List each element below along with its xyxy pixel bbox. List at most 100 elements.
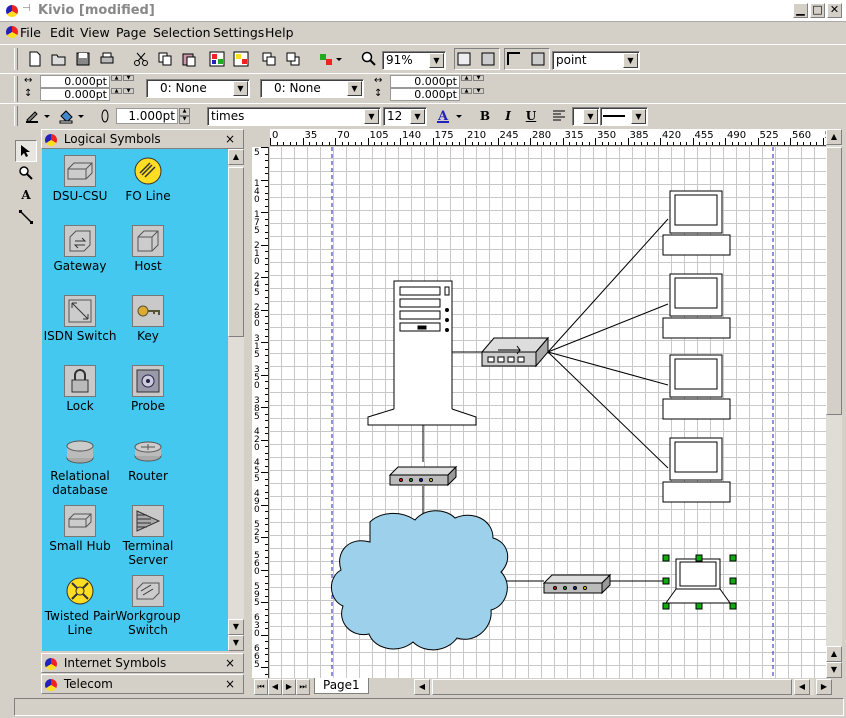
scroll-thumb[interactable] — [228, 167, 244, 337]
zoom-tool-icon[interactable] — [15, 162, 37, 184]
font-select[interactable]: times ▼ — [207, 107, 381, 126]
text-align-select[interactable]: ▼ — [572, 107, 600, 126]
height-spin-up[interactable]: ▲ — [461, 88, 472, 94]
last-page-icon[interactable]: ⏭ — [296, 679, 310, 695]
toolbar-handle[interactable] — [14, 76, 18, 102]
connector-tool-icon[interactable] — [15, 206, 37, 228]
stencil-host[interactable]: Host — [108, 225, 188, 273]
menu-settings[interactable]: Settings — [213, 25, 264, 40]
x-position-field[interactable]: 0.000pt — [40, 75, 110, 88]
copy-icon[interactable] — [154, 48, 176, 70]
minimize-button[interactable]: ▁ — [793, 3, 808, 18]
stencil-header-telecom[interactable]: Telecom × — [41, 674, 244, 694]
ungroup-icon[interactable] — [230, 48, 252, 70]
width-spin-up[interactable]: ▲ — [461, 75, 472, 81]
prev-page-icon[interactable]: ◀ — [268, 679, 282, 695]
text-tool-icon[interactable]: A — [15, 184, 37, 206]
chevron-down-icon[interactable]: ▼ — [631, 109, 646, 124]
scroll-down-icon[interactable]: ▼ — [228, 619, 244, 635]
zoom-select[interactable]: 91% ▼ — [382, 51, 446, 70]
scroll-up-icon[interactable]: ▲ — [826, 646, 842, 662]
toolbar-handle[interactable] — [14, 106, 18, 126]
close-icon[interactable]: × — [225, 654, 235, 672]
chevron-down-icon[interactable]: ▼ — [429, 53, 444, 68]
send-to-back-icon[interactable] — [282, 48, 304, 70]
new-file-icon[interactable] — [24, 48, 46, 70]
close-button[interactable]: ✕ — [827, 3, 842, 18]
y-spin-down[interactable]: ▼ — [123, 88, 134, 94]
scroll-left-icon[interactable]: ◀ — [414, 679, 430, 695]
pin-icon[interactable]: ⊣ — [22, 3, 31, 14]
stencil-router[interactable]: Router — [108, 435, 188, 483]
fill-color-icon[interactable] — [56, 105, 88, 127]
print-icon[interactable] — [96, 48, 118, 70]
view-mode-toggle[interactable] — [454, 48, 500, 70]
stencil-probe[interactable]: Probe — [108, 365, 188, 413]
canvas-hscrollbar[interactable]: ◀ ◀ — [414, 679, 814, 695]
cut-icon[interactable] — [130, 48, 152, 70]
menu-selection[interactable]: Selection — [153, 25, 211, 40]
bold-button[interactable]: B — [474, 105, 496, 127]
maximize-button[interactable]: □ — [810, 3, 825, 18]
scroll-up-icon[interactable]: ▲ — [228, 149, 244, 165]
scroll-thumb[interactable] — [826, 147, 842, 415]
menu-view[interactable]: View — [80, 25, 110, 40]
font-size-select[interactable]: 12 ▼ — [383, 107, 427, 126]
drawing-canvas[interactable] — [270, 147, 826, 678]
arrow-start-select[interactable]: 0: None ▼ — [146, 79, 250, 98]
stencil-key[interactable]: Key — [108, 295, 188, 343]
align-icon[interactable] — [316, 48, 346, 70]
stencil-scrollbar[interactable]: ▲ ▼ ▼ — [228, 149, 244, 651]
zoom-icon[interactable] — [358, 48, 380, 70]
chevron-down-icon[interactable]: ▼ — [233, 81, 248, 96]
canvas-vscrollbar[interactable]: ▲ ▲ ▼ — [826, 129, 842, 678]
height-field[interactable]: 0.000pt — [390, 88, 460, 101]
stencil-fo-line[interactable]: FO Line — [108, 155, 188, 203]
y-spin-up[interactable]: ▲ — [111, 88, 122, 94]
arrow-end-select[interactable]: 0: None ▼ — [260, 79, 364, 98]
bring-to-front-icon[interactable] — [258, 48, 280, 70]
paste-icon[interactable] — [178, 48, 200, 70]
width-spin-down[interactable]: ▼ — [473, 75, 484, 81]
menu-file[interactable]: File — [20, 25, 41, 40]
open-file-icon[interactable] — [48, 48, 70, 70]
scroll-down-icon[interactable]: ▼ — [228, 635, 244, 651]
toolbar-handle[interactable] — [14, 48, 18, 70]
close-icon[interactable]: × — [225, 130, 235, 148]
line-color-icon[interactable] — [22, 105, 54, 127]
x-spin-down[interactable]: ▼ — [123, 75, 134, 81]
scroll-right-icon[interactable]: ▶ — [816, 679, 832, 695]
group-icon[interactable] — [206, 48, 228, 70]
scroll-thumb[interactable] — [432, 679, 792, 695]
tab-page1[interactable]: Page1 — [314, 678, 369, 694]
stencil-header-logical[interactable]: Logical Symbols × — [41, 129, 244, 149]
chevron-down-icon[interactable]: ▼ — [623, 53, 638, 68]
line-width-field[interactable]: 1.000pt — [116, 108, 178, 124]
menu-page[interactable]: Page — [116, 25, 146, 40]
underline-button[interactable]: U — [520, 105, 542, 127]
stencil-header-internet[interactable]: Internet Symbols × — [41, 653, 244, 673]
menu-help[interactable]: Help — [265, 25, 294, 40]
snap-grid-toggle[interactable] — [504, 48, 550, 70]
chevron-down-icon[interactable]: ▼ — [364, 109, 379, 124]
menu-edit[interactable]: Edit — [50, 25, 74, 40]
scroll-left-icon[interactable]: ◀ — [794, 679, 810, 695]
close-icon[interactable]: × — [225, 675, 235, 693]
scroll-up-icon[interactable]: ▲ — [826, 129, 842, 145]
next-page-icon[interactable]: ▶ — [282, 679, 296, 695]
stencil-terminal-server[interactable]: Terminal Server — [108, 505, 188, 567]
italic-button[interactable]: I — [497, 105, 519, 127]
unit-select[interactable]: point ▼ — [552, 51, 640, 70]
first-page-icon[interactable]: ⏮ — [254, 679, 268, 695]
chevron-down-icon[interactable]: ▼ — [410, 109, 425, 124]
chevron-down-icon[interactable]: ▼ — [347, 81, 362, 96]
save-icon[interactable] — [72, 48, 94, 70]
line-style-select[interactable]: ▼ — [600, 107, 648, 126]
chevron-down-icon[interactable]: ▼ — [583, 109, 598, 124]
align-left-icon[interactable] — [548, 105, 570, 127]
text-color-icon[interactable]: A — [434, 105, 468, 127]
x-spin-up[interactable]: ▲ — [111, 75, 122, 81]
height-spin-down[interactable]: ▼ — [473, 88, 484, 94]
width-field[interactable]: 0.000pt — [390, 75, 460, 88]
stencil-workgroup-switch[interactable]: Workgroup Switch — [108, 575, 188, 637]
